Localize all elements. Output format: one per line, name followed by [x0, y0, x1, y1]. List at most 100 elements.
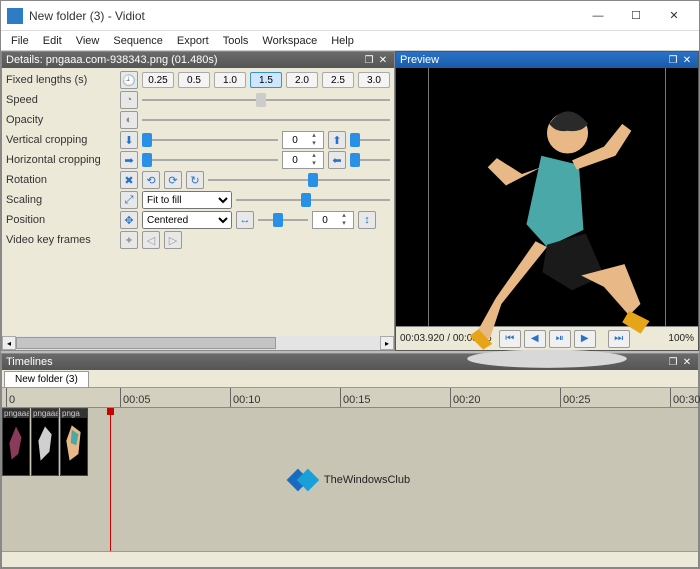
rotate-180-icon[interactable]: ↻ — [186, 171, 204, 189]
pos-slider[interactable] — [258, 211, 308, 229]
vcrop-up[interactable]: ▴ — [307, 132, 321, 140]
title-bar: New folder (3) - Vidiot — ☐ ✕ — [1, 1, 699, 31]
keyframe-add-icon[interactable]: ✦ — [120, 231, 138, 249]
vcrop-down[interactable]: ▾ — [307, 140, 321, 148]
details-panel: Details: pngaaa.com-938343.png (01.480s)… — [1, 51, 395, 351]
length-2.5[interactable]: 2.5 — [322, 72, 354, 88]
scaling-slider[interactable] — [236, 191, 390, 209]
hscroll-left[interactable]: ◂ — [2, 336, 16, 350]
scaling-icon[interactable]: ⤢ — [120, 191, 138, 209]
length-1.0[interactable]: 1.0 — [214, 72, 246, 88]
label-speed: Speed — [6, 94, 116, 106]
scaling-select[interactable]: Fit to fill — [142, 191, 232, 209]
clip-1[interactable]: pngaaa — [2, 408, 30, 476]
speed-slider[interactable] — [142, 91, 390, 109]
window-title: New folder (3) - Vidiot — [29, 9, 579, 23]
menu-view[interactable]: View — [70, 33, 106, 49]
length-3.0[interactable]: 3.0 — [358, 72, 390, 88]
tick-15: 00:15 — [340, 388, 371, 407]
pos-up[interactable]: ▴ — [337, 212, 351, 220]
hcrop-slider-right[interactable] — [350, 151, 390, 169]
opacity-icon[interactable]: ◐ — [120, 111, 138, 129]
length-1.5[interactable]: 1.5 — [250, 72, 282, 88]
menu-sequence[interactable]: Sequence — [107, 33, 169, 49]
clock-icon[interactable]: 🕘 — [120, 71, 138, 89]
tick-30: 00:30 — [670, 388, 700, 407]
position-select[interactable]: Centered — [142, 211, 232, 229]
hcrop-up[interactable]: ▴ — [307, 152, 321, 160]
length-2.0[interactable]: 2.0 — [286, 72, 318, 88]
details-header: Details: pngaaa.com-938343.png (01.480s)… — [2, 52, 394, 68]
rotate-reset-icon[interactable]: ✖ — [120, 171, 138, 189]
menu-help[interactable]: Help — [325, 33, 360, 49]
position-icon[interactable]: ✥ — [120, 211, 138, 229]
menu-tools[interactable]: Tools — [217, 33, 255, 49]
timelines-header-text: Timelines — [6, 356, 53, 368]
pos-h-icon[interactable]: ↔ — [236, 211, 254, 229]
vcrop-input[interactable] — [283, 135, 307, 146]
tick-20: 00:20 — [450, 388, 481, 407]
hcrop-right-icon[interactable]: ➡ — [120, 151, 138, 169]
maximize-button[interactable]: ☐ — [617, 2, 655, 30]
menu-workspace[interactable]: Workspace — [256, 33, 323, 49]
vcrop-spinner[interactable]: ▴▾ — [282, 131, 324, 149]
vcrop-slider-left[interactable] — [142, 131, 278, 149]
keyframe-next-icon[interactable]: ▷ — [164, 231, 182, 249]
speed-icon[interactable]: ◔ — [120, 91, 138, 109]
details-close-icon[interactable]: ✕ — [376, 53, 390, 67]
minimize-button[interactable]: — — [579, 2, 617, 30]
timeline-tab[interactable]: New folder (3) — [4, 371, 89, 387]
preview-restore-icon[interactable]: ❐ — [666, 53, 680, 67]
timeline-tracks[interactable]: pngaaa pngaaa pnga TheWindowsClub — [2, 408, 698, 551]
preview-header: Preview ❐ ✕ — [396, 52, 698, 68]
vcrop-down-icon[interactable]: ⬇ — [120, 131, 138, 149]
preview-panel: Preview ❐ ✕ — [395, 51, 699, 351]
length-0.25[interactable]: 0.25 — [142, 72, 174, 88]
tick-25: 00:25 — [560, 388, 591, 407]
menu-file[interactable]: File — [5, 33, 35, 49]
menu-edit[interactable]: Edit — [37, 33, 68, 49]
hscroll-thumb[interactable] — [16, 337, 276, 349]
menu-export[interactable]: Export — [171, 33, 215, 49]
tick-5: 00:05 — [120, 388, 151, 407]
hcrop-slider-left[interactable] — [142, 151, 278, 169]
clip-3[interactable]: pnga — [60, 408, 88, 476]
pos-down[interactable]: ▾ — [337, 220, 351, 228]
pos-input[interactable] — [313, 215, 337, 226]
details-hscroll[interactable]: ◂ ▸ — [2, 336, 394, 350]
preview-close-icon[interactable]: ✕ — [680, 53, 694, 67]
hcrop-input[interactable] — [283, 155, 307, 166]
pos-spinner[interactable]: ▴▾ — [312, 211, 354, 229]
pos-v-icon[interactable]: ↕ — [358, 211, 376, 229]
label-fixed-lengths: Fixed lengths (s) — [6, 74, 116, 86]
watermark-text: TheWindowsClub — [324, 474, 410, 486]
runner-image — [433, 76, 661, 372]
vcrop-up-icon[interactable]: ⬆ — [328, 131, 346, 149]
label-scaling: Scaling — [6, 194, 116, 206]
label-position: Position — [6, 214, 116, 226]
timelines-close-icon[interactable]: ✕ — [680, 355, 694, 369]
rotate-cw-icon[interactable]: ⟳ — [164, 171, 182, 189]
opacity-slider[interactable] — [142, 111, 390, 129]
timelines-restore-icon[interactable]: ❐ — [666, 355, 680, 369]
hcrop-left-icon[interactable]: ⬅ — [328, 151, 346, 169]
rotation-slider[interactable] — [208, 171, 390, 189]
playhead[interactable] — [110, 408, 111, 551]
hcrop-down[interactable]: ▾ — [307, 160, 321, 168]
workspace: Details: pngaaa.com-938343.png (01.480s)… — [1, 51, 699, 568]
clip-2[interactable]: pngaaa — [31, 408, 59, 476]
details-restore-icon[interactable]: ❐ — [362, 53, 376, 67]
keyframe-prev-icon[interactable]: ◁ — [142, 231, 160, 249]
length-0.5[interactable]: 0.5 — [178, 72, 210, 88]
timeline-ruler[interactable]: 0 00:05 00:10 00:15 00:20 00:25 00:30 — [2, 388, 698, 408]
preview-canvas[interactable] — [396, 68, 698, 326]
rotate-ccw-icon[interactable]: ⟲ — [142, 171, 160, 189]
timelines-panel: Timelines ❐ ✕ New folder (3) 0 00:05 00:… — [1, 353, 699, 568]
label-keyframes: Video key frames — [6, 234, 116, 246]
preview-zoom: 100% — [668, 333, 694, 344]
hcrop-spinner[interactable]: ▴▾ — [282, 151, 324, 169]
close-button[interactable]: ✕ — [655, 2, 693, 30]
vcrop-slider-right[interactable] — [350, 131, 390, 149]
hscroll-right[interactable]: ▸ — [380, 336, 394, 350]
label-rotation: Rotation — [6, 174, 116, 186]
